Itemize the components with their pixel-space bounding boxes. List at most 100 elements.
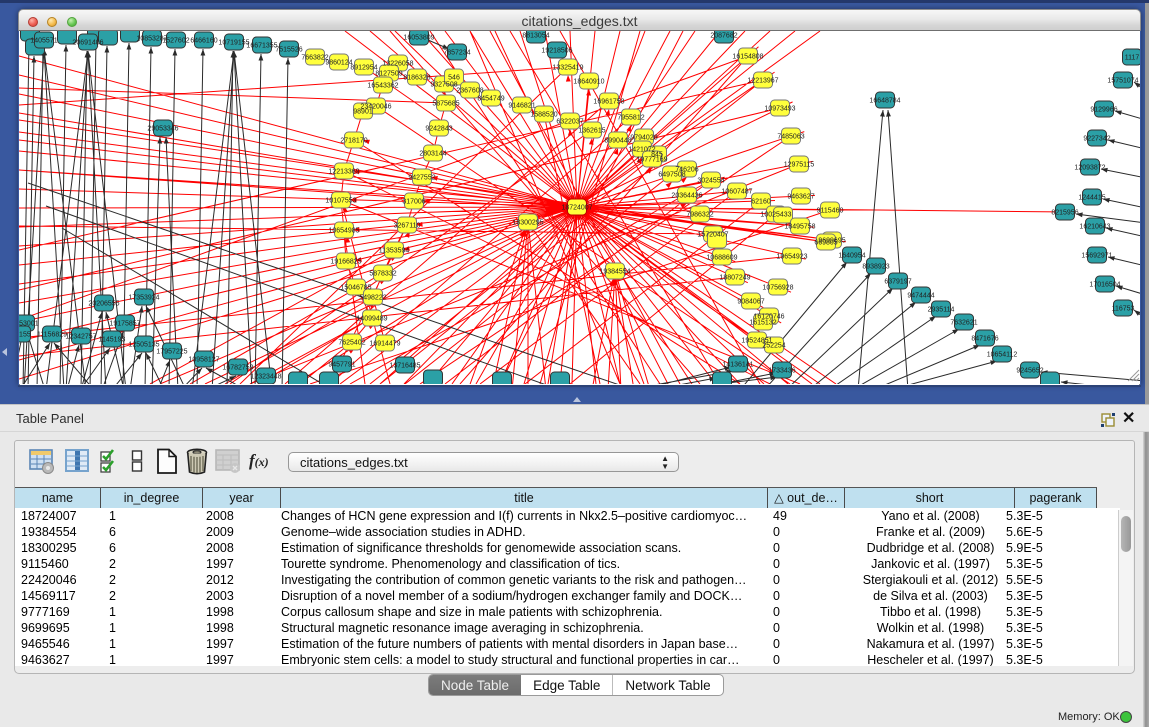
svg-text:17353924: 17353924 [128, 295, 159, 302]
svg-text:16210643: 16210643 [1079, 224, 1110, 231]
svg-text:9427552: 9427552 [408, 175, 435, 182]
svg-text:10958127: 10958127 [188, 357, 219, 364]
svg-text:7485063: 7485063 [777, 134, 804, 141]
svg-text:8938923: 8938923 [862, 264, 889, 271]
svg-text:13716485: 13716485 [389, 363, 420, 370]
svg-text:9794028: 9794028 [630, 135, 657, 142]
svg-text:20364436: 20364436 [671, 193, 702, 200]
svg-text:12505135: 12505135 [128, 342, 159, 349]
svg-text:317006: 317006 [402, 199, 425, 206]
svg-text:11353594: 11353594 [379, 248, 410, 255]
svg-text:16914479: 16914479 [369, 341, 400, 348]
svg-text:1588520: 1588520 [530, 112, 557, 119]
svg-text:9227342: 9227342 [1083, 136, 1110, 143]
svg-text:13226058: 13226058 [382, 61, 413, 68]
svg-text:1453001: 1453001 [19, 321, 39, 328]
svg-text:62160: 62160 [751, 199, 771, 206]
svg-text:11156829: 11156829 [37, 332, 67, 339]
svg-text:1362615: 1362615 [578, 128, 605, 135]
svg-text:8990448: 8990448 [604, 138, 631, 145]
svg-text:9146821: 9146821 [508, 103, 535, 110]
svg-text:116753: 116753 [1112, 306, 1135, 313]
svg-text:252254: 252254 [762, 343, 785, 350]
svg-text:15692971: 15692971 [1081, 253, 1112, 260]
svg-text:12213369: 12213369 [328, 169, 359, 176]
svg-text:14099489: 14099489 [356, 316, 387, 323]
svg-text:1733436: 1733436 [768, 368, 795, 375]
svg-text:12213967: 12213967 [747, 78, 778, 85]
svg-text:1405571: 1405571 [30, 38, 57, 45]
svg-text:19777169: 19777169 [636, 157, 667, 164]
svg-text:9242843: 9242843 [425, 126, 452, 133]
svg-text:3024554: 3024554 [697, 178, 724, 185]
svg-text:15751074: 15751074 [1107, 78, 1138, 85]
svg-text:12323448: 12323448 [250, 374, 281, 381]
svg-text:39155: 39155 [19, 332, 31, 339]
svg-text:16648784: 16648784 [869, 98, 900, 105]
svg-text:1615132: 1615132 [749, 320, 776, 327]
svg-text:19384554: 19384554 [599, 269, 630, 276]
svg-text:18724007: 18724007 [561, 205, 592, 212]
svg-text:5875685: 5875685 [432, 101, 459, 108]
svg-text:10654112: 10654112 [987, 352, 1018, 359]
svg-text:7986322: 7986322 [686, 212, 713, 219]
svg-text:98901: 98901 [353, 109, 373, 116]
svg-text:17016504: 17016504 [1089, 282, 1120, 289]
svg-text:8912954: 8912954 [350, 65, 377, 72]
svg-text:2718170: 2718170 [340, 138, 367, 145]
svg-text:8454749: 8454749 [477, 96, 504, 103]
svg-text:2087682: 2087682 [710, 33, 737, 40]
svg-text:1244415: 1244415 [1078, 195, 1105, 202]
svg-text:1640954: 1640954 [838, 253, 865, 260]
svg-text:16671355: 16671355 [246, 43, 277, 50]
svg-text:19654923: 19654923 [776, 254, 807, 261]
svg-text:2367608: 2367608 [456, 88, 483, 95]
svg-text:1527602: 1527602 [162, 38, 189, 45]
svg-text:12975115: 12975115 [784, 162, 815, 169]
svg-text:17957225: 17957225 [156, 349, 187, 356]
svg-text:9860124: 9860124 [325, 60, 352, 67]
svg-text:12342757: 12342757 [65, 334, 96, 341]
svg-text:546: 546 [448, 75, 460, 82]
svg-text:7632621: 7632621 [950, 320, 977, 327]
svg-text:10719155: 10719155 [218, 40, 249, 47]
svg-text:14136141: 14136141 [722, 362, 753, 369]
svg-text:9245652: 9245652 [1016, 368, 1043, 375]
svg-text:2803144: 2803144 [419, 151, 446, 158]
svg-text:2935114: 2935114 [928, 307, 955, 314]
svg-text:10607487: 10607487 [721, 189, 752, 196]
svg-text:9457791: 9457791 [328, 362, 355, 369]
svg-text:9115460: 9115460 [817, 208, 844, 215]
svg-text:19166825: 19166825 [330, 259, 361, 266]
svg-text:9463627: 9463627 [787, 194, 814, 201]
svg-text:9129966: 9129966 [1090, 107, 1117, 114]
svg-text:16961758: 16961758 [593, 99, 624, 106]
svg-text:10654985: 10654985 [328, 228, 359, 235]
svg-text:16782759: 16782759 [222, 365, 253, 372]
svg-text:5498222: 5498222 [359, 295, 386, 302]
svg-text:669805: 669805 [814, 240, 837, 247]
svg-text:5878332: 5878332 [369, 271, 396, 278]
svg-text:10756928: 10756928 [762, 285, 793, 292]
svg-text:6379197: 6379197 [884, 279, 911, 286]
svg-text:13325419: 13325419 [552, 65, 583, 72]
svg-text:8471676: 8471676 [971, 336, 998, 343]
svg-text:7857234: 7857234 [443, 50, 470, 57]
svg-text:10107553: 10107553 [325, 198, 356, 205]
svg-text:29053346: 29053346 [147, 126, 178, 133]
svg-text:8127509: 8127509 [375, 71, 402, 78]
svg-text:16543362: 16543362 [367, 83, 398, 90]
svg-text:18640910: 18640910 [573, 79, 604, 86]
svg-text:19175857: 19175857 [109, 321, 140, 328]
svg-text:10688609: 10688609 [706, 255, 737, 262]
svg-text:8215956: 8215956 [1051, 210, 1078, 217]
svg-text:6497508: 6497508 [658, 172, 685, 179]
svg-text:16154808: 16154808 [732, 54, 763, 61]
svg-text:18807249: 18807249 [719, 275, 750, 282]
svg-text:7515526: 7515526 [275, 47, 302, 54]
svg-text:18300295: 18300295 [512, 220, 543, 227]
svg-text:8186328: 8186328 [403, 75, 430, 82]
svg-text:20206555: 20206555 [88, 301, 119, 308]
svg-text:9474444: 9474444 [907, 293, 934, 300]
svg-text:19218506: 19218506 [541, 48, 572, 55]
